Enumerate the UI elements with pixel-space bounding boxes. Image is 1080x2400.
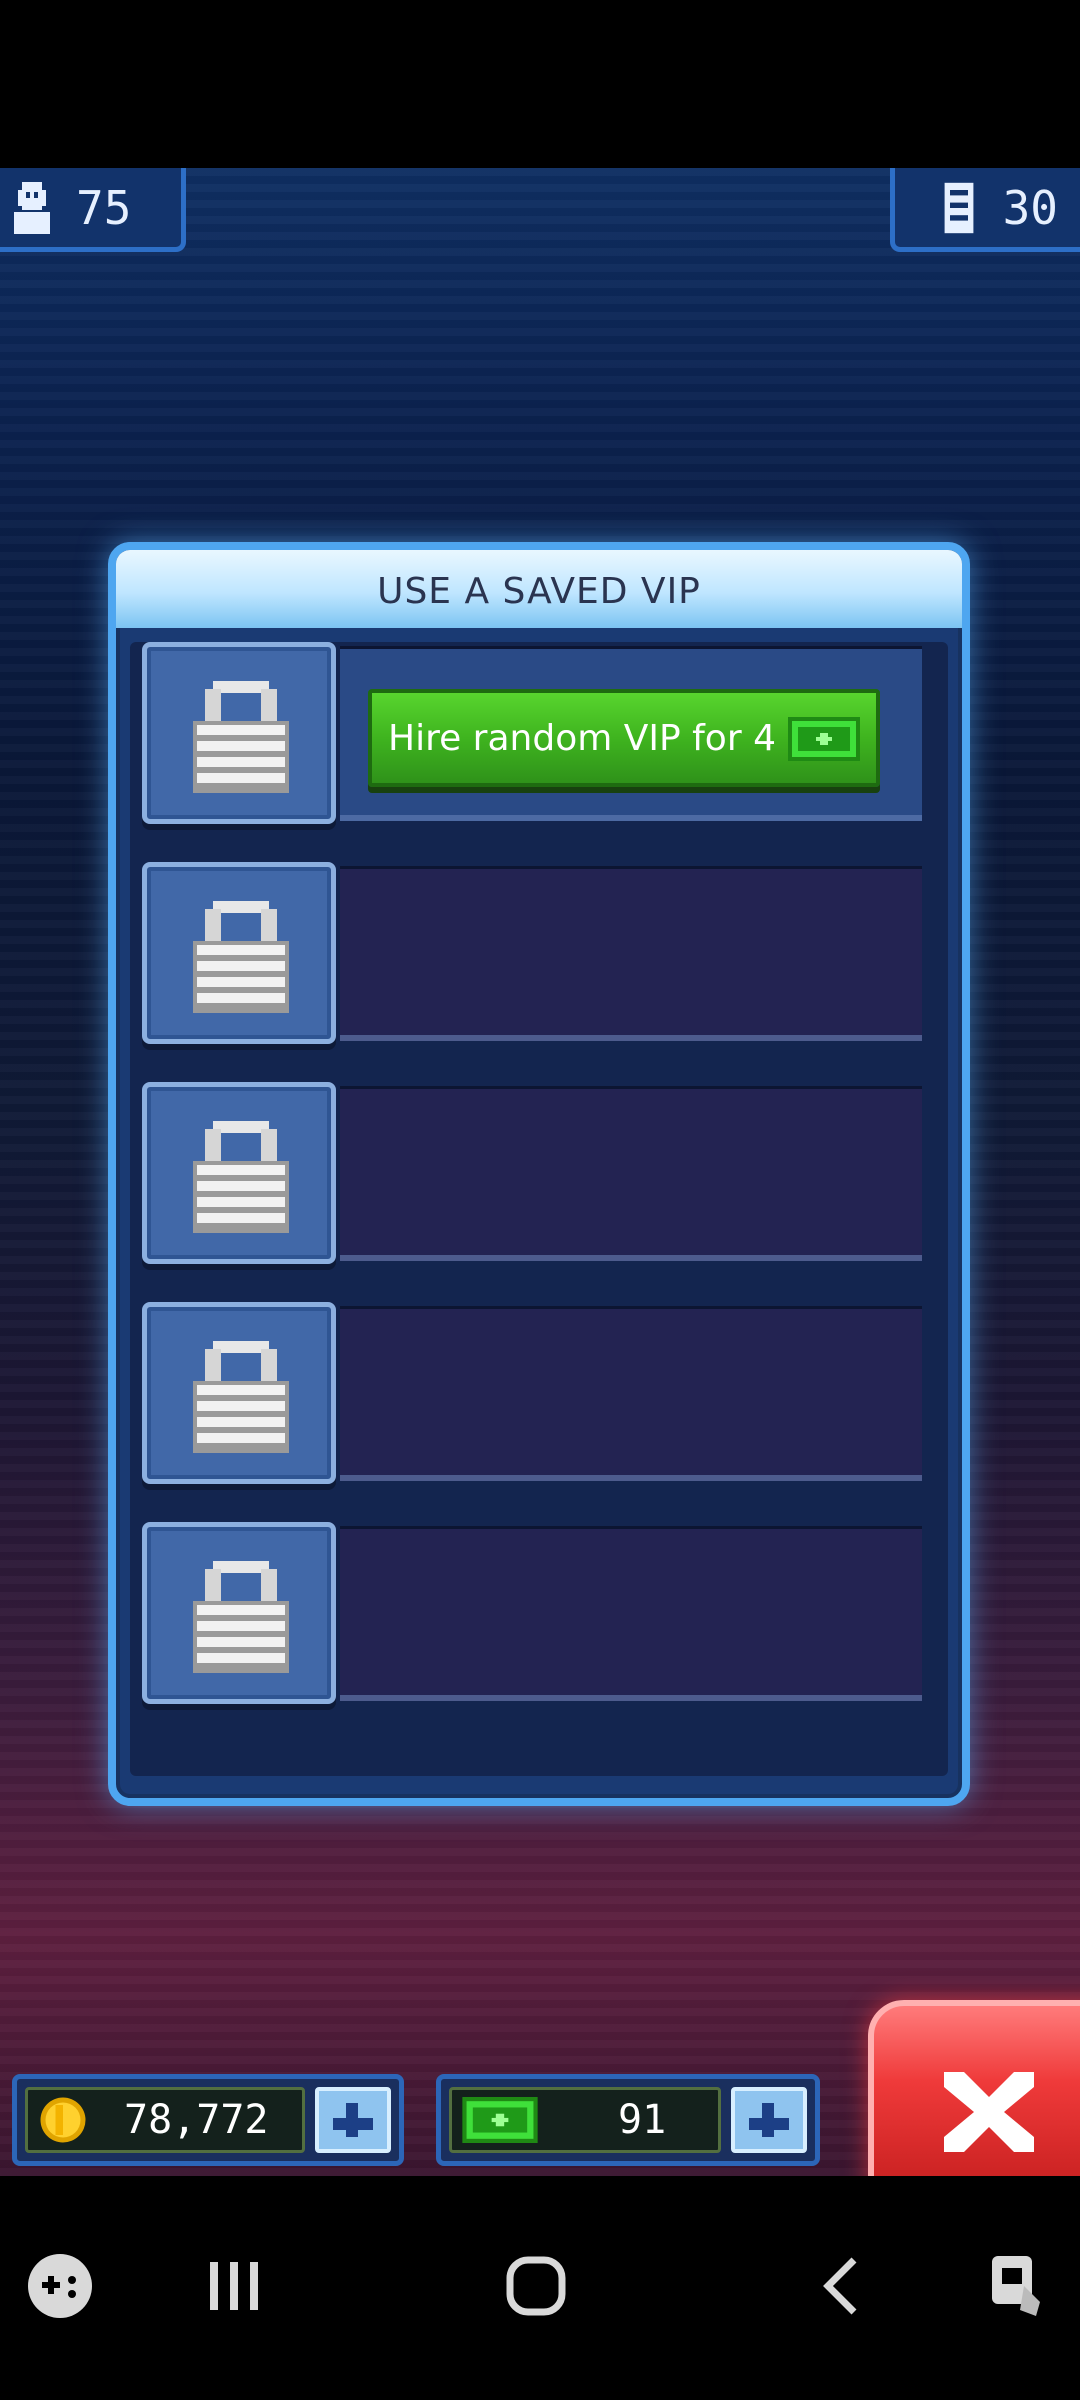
tower-bux-icon [462, 2097, 538, 2143]
vip-slot: Hire random VIP for 4 [142, 642, 922, 830]
coins-bar: 78,772 [12, 2074, 404, 2166]
vip-slot-list: Hire random VIP for 4 [130, 642, 948, 1776]
lock-slot [142, 1082, 336, 1264]
padlock-icon [193, 901, 289, 1013]
accessibility-icon[interactable] [984, 2250, 1056, 2322]
coins-display: 78,772 [25, 2087, 305, 2153]
slot-panel: Hire random VIP for 4 [340, 646, 922, 821]
floors-value: 30 [1002, 180, 1058, 235]
vip-slot [142, 1522, 922, 1710]
close-icon [944, 2072, 1034, 2152]
padlock-icon [193, 681, 289, 793]
buy-bux-button[interactable] [731, 2087, 807, 2153]
tower-bux-icon [788, 717, 860, 761]
close-button[interactable] [868, 2000, 1080, 2176]
coin-icon [40, 2097, 86, 2143]
building-icon [944, 182, 974, 233]
slot-panel [340, 1086, 922, 1261]
population-counter: 75 [0, 168, 186, 252]
home-icon[interactable] [500, 2250, 572, 2322]
hire-button-label: Hire random VIP for 4 [388, 717, 776, 759]
lock-slot [142, 862, 336, 1044]
slot-panel [340, 1526, 922, 1701]
buy-coins-button[interactable] [315, 2087, 391, 2153]
lock-slot [142, 642, 336, 824]
recent-apps-icon[interactable] [198, 2250, 270, 2322]
lock-slot [142, 1522, 336, 1704]
back-icon[interactable] [806, 2250, 878, 2322]
dialog-title: USE A SAVED VIP [116, 550, 962, 628]
population-value: 75 [76, 180, 132, 235]
floors-counter: 30 [890, 168, 1080, 252]
system-nav-bar [0, 2176, 1080, 2400]
game-launcher-icon[interactable] [24, 2250, 96, 2322]
slot-panel [340, 1306, 922, 1481]
padlock-icon [193, 1561, 289, 1673]
bux-bar: 91 [436, 2074, 820, 2166]
lock-slot [142, 1302, 336, 1484]
coins-value: 78,772 [124, 2097, 269, 2143]
hire-random-vip-button[interactable]: Hire random VIP for 4 [368, 689, 880, 787]
vip-slot [142, 1082, 922, 1270]
bux-display: 91 [449, 2087, 721, 2153]
saved-vip-dialog: USE A SAVED VIP Hire random VIP for 4 [108, 542, 970, 1806]
padlock-icon [193, 1121, 289, 1233]
padlock-icon [193, 1341, 289, 1453]
vip-slot [142, 862, 922, 1050]
game-screen: 75 30 USE A SAVED VIP Hire random VIP fo… [0, 168, 1080, 2176]
bux-value: 91 [618, 2097, 667, 2143]
slot-panel [340, 866, 922, 1041]
person-icon [14, 181, 50, 234]
vip-slot [142, 1302, 922, 1490]
